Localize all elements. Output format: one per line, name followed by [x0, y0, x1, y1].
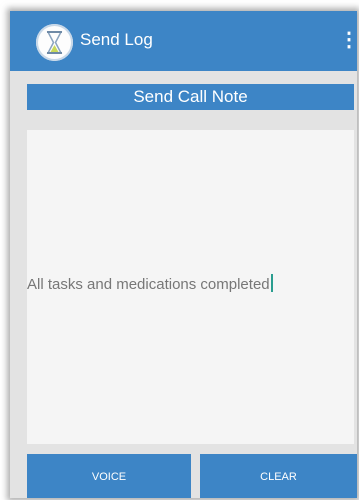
section-title: Send Call Note: [27, 84, 354, 110]
voice-button[interactable]: VOICE: [27, 454, 191, 498]
note-text: All tasks and medications completed: [27, 276, 270, 293]
more-vert-icon[interactable]: ⋮: [339, 25, 357, 55]
clear-button[interactable]: CLEAR: [200, 454, 357, 498]
app-window: Send Log ⋮ Send Call Note All tasks and …: [10, 11, 357, 498]
call-note-input[interactable]: All tasks and medications completed: [27, 130, 354, 444]
app-title: Send Log: [80, 30, 153, 49]
note-text-container: All tasks and medications completed: [27, 274, 273, 293]
app-bar: Send Log ⋮: [10, 11, 357, 71]
text-caret: [270, 274, 273, 292]
hourglass-icon: [36, 24, 73, 61]
